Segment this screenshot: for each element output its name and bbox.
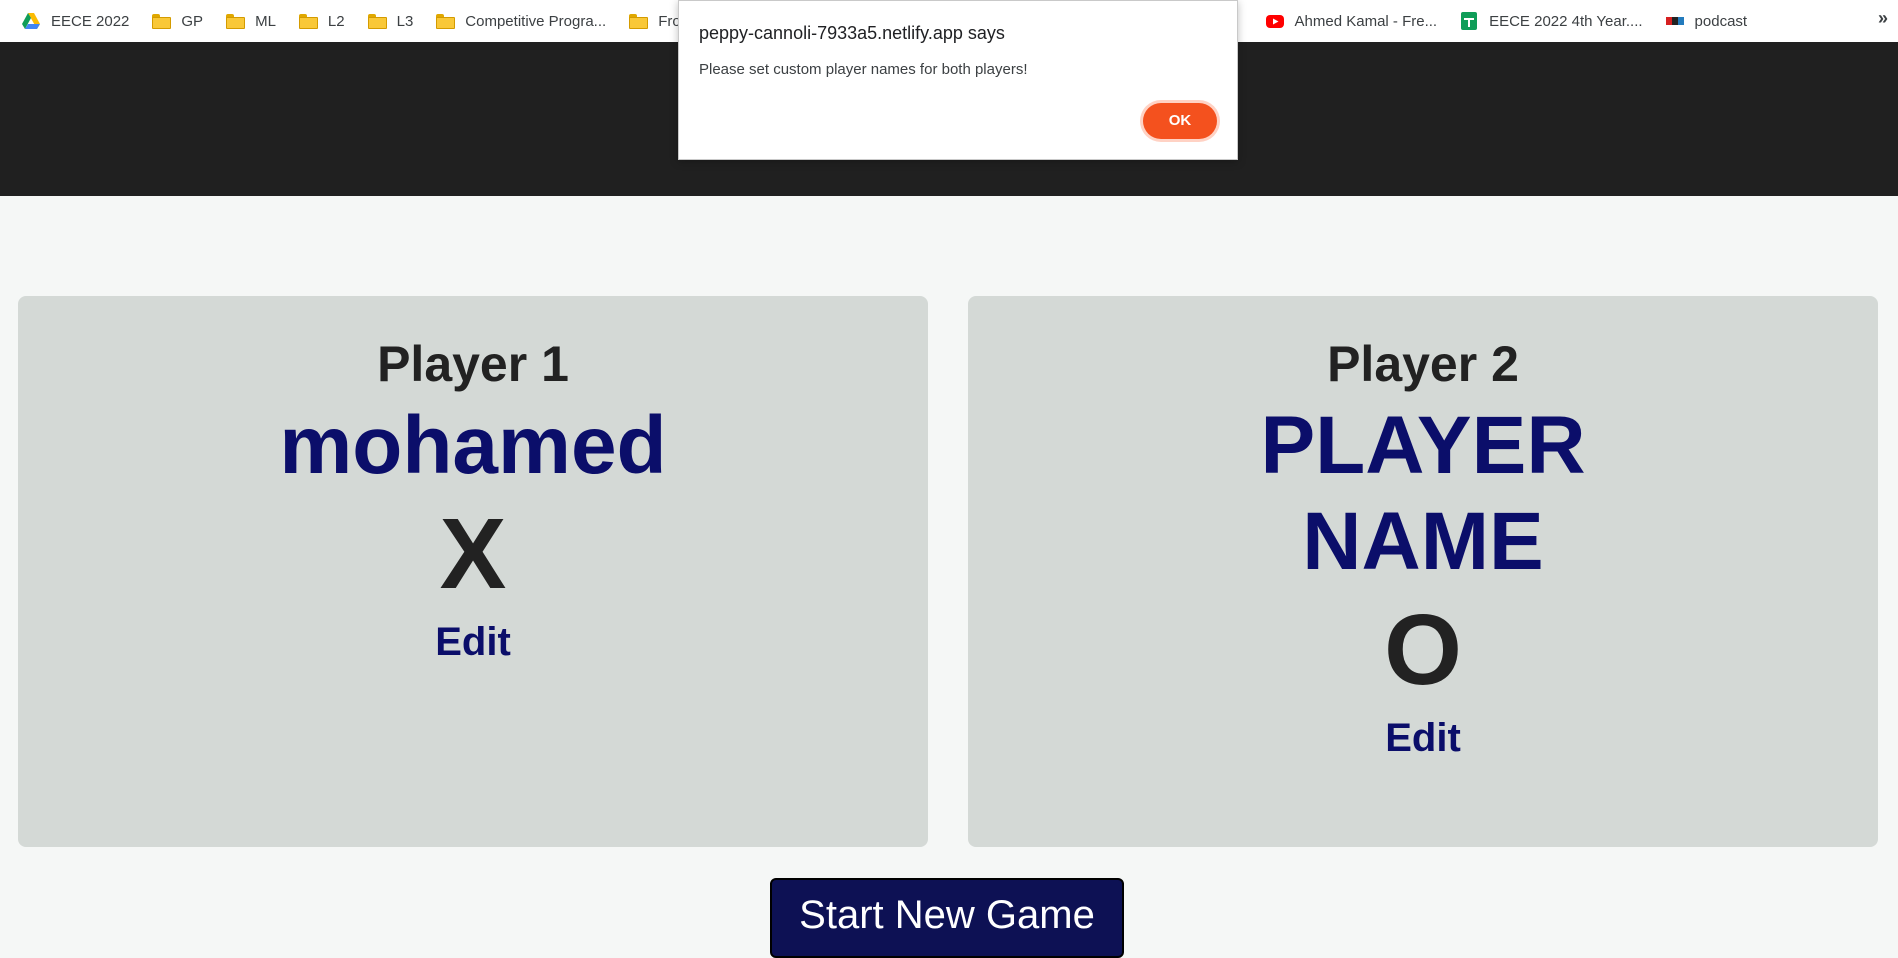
bookmark-label: podcast <box>1694 12 1748 30</box>
bookmark-label: EECE 2022 4th Year.... <box>1489 12 1643 30</box>
player-2-card: Player 2 PLAYER NAME O Edit <box>968 296 1878 847</box>
google-drive-icon <box>21 11 41 31</box>
bookmark-podcast[interactable]: podcast <box>1658 5 1755 37</box>
google-sheets-icon <box>1459 11 1479 31</box>
dialog-title: peppy-cannoli-7933a5.netlify.app says <box>699 23 1005 43</box>
bookmark-label: Ahmed Kamal - Fre... <box>1294 12 1438 30</box>
player-2-title: Player 2 <box>1327 336 1519 392</box>
alert-dialog: peppy-cannoli-7933a5.netlify.app says Pl… <box>678 0 1238 160</box>
folder-icon <box>435 11 456 31</box>
bookmark-ml[interactable]: ML <box>218 5 283 37</box>
bookmark-ahmed-kamal[interactable]: Ahmed Kamal - Fre... <box>1258 5 1445 37</box>
folder-icon <box>151 11 172 31</box>
player-1-title: Player 1 <box>377 336 569 392</box>
youtube-icon <box>1265 11 1285 31</box>
bookmark-gp[interactable]: GP <box>144 5 210 37</box>
player-1-edit-button[interactable]: Edit <box>435 620 511 665</box>
more-bookmarks-chevron-icon[interactable]: » <box>1878 8 1888 29</box>
bookmark-l3[interactable]: L3 <box>360 5 421 37</box>
player-2-symbol: O <box>1384 594 1462 706</box>
player-2-name: PLAYER NAME <box>1260 400 1586 587</box>
bookmark-label: L3 <box>396 12 414 30</box>
player-1-card: Player 1 mohamed X Edit <box>18 296 928 847</box>
bookmark-label: ML <box>255 12 276 30</box>
player-2-edit-button[interactable]: Edit <box>1385 716 1461 761</box>
folder-icon <box>628 11 649 31</box>
folder-icon <box>225 11 246 31</box>
bookmark-competitive-programming[interactable]: Competitive Progra... <box>428 5 613 37</box>
npr-icon <box>1665 11 1685 31</box>
player-1-name: mohamed <box>279 400 667 491</box>
folder-icon <box>367 11 387 31</box>
bookmark-label: GP <box>181 12 204 30</box>
bookmark-l2[interactable]: L2 <box>291 5 352 37</box>
dialog-ok-button[interactable]: OK <box>1143 103 1217 139</box>
player-1-symbol: X <box>439 498 507 610</box>
bookmark-label: EECE 2022 <box>51 12 130 30</box>
bookmark-eece-2022[interactable]: EECE 2022 <box>14 5 136 37</box>
start-new-game-button[interactable]: Start New Game <box>770 878 1124 958</box>
bookmark-label: L2 <box>327 12 345 30</box>
bookmark-label: Competitive Progra... <box>465 12 607 30</box>
folder-icon <box>298 11 318 31</box>
bookmark-eece-2022-4th-year[interactable]: EECE 2022 4th Year.... <box>1452 5 1649 37</box>
dialog-message: Please set custom player names for both … <box>699 61 1028 78</box>
